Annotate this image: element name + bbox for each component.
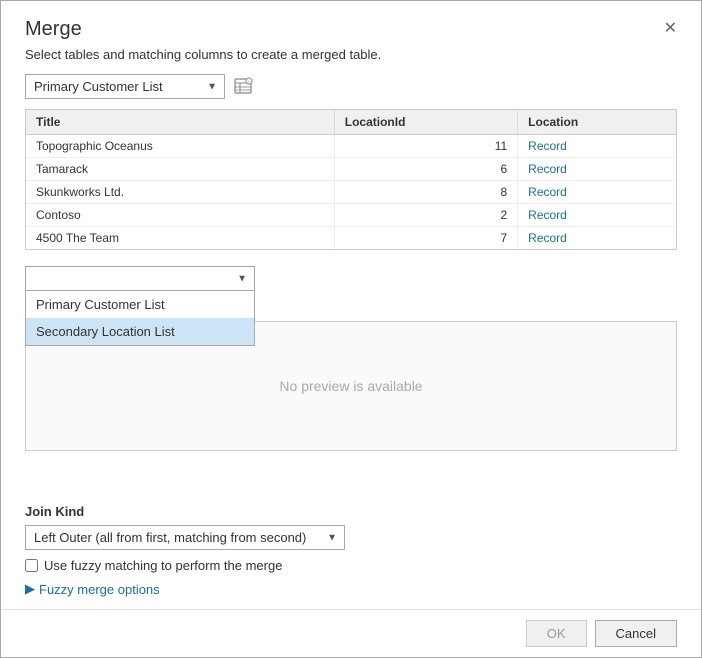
primary-table-container: Title LocationId Location Topographic Oc… [25, 109, 677, 250]
dialog-title: Merge [25, 18, 82, 41]
ok-button[interactable]: OK [526, 620, 587, 647]
cell-title: 4500 The Team [26, 227, 334, 250]
cell-title: Skunkworks Ltd. [26, 181, 334, 204]
cell-locationid: 11 [334, 135, 517, 158]
cell-location: Record [518, 158, 676, 181]
content-area: Primary Customer List Secondary Location… [1, 74, 701, 492]
table-row: Tamarack 6 Record [26, 158, 676, 181]
cell-location: Record [518, 204, 676, 227]
primary-table-section: Primary Customer List Secondary Location… [25, 74, 677, 101]
fuzzy-checkbox[interactable] [25, 559, 38, 572]
cell-title: Contoso [26, 204, 334, 227]
title-bar: Merge ✕ [1, 1, 701, 47]
cell-locationid: 8 [334, 181, 517, 204]
dropdown-option-secondary[interactable]: Secondary Location List [26, 318, 254, 345]
col-location: Location [518, 110, 676, 135]
fuzzy-checkbox-label: Use fuzzy matching to perform the merge [44, 558, 282, 573]
bottom-section: Join Kind Left Outer (all from first, ma… [1, 492, 701, 609]
record-link[interactable]: Record [528, 208, 567, 222]
table-row: Topographic Oceanus 11 Record [26, 135, 676, 158]
primary-table-dropdown[interactable]: Primary Customer List Secondary Location… [25, 74, 225, 99]
merge-dialog: Merge ✕ Select tables and matching colum… [0, 0, 702, 658]
join-kind-label: Join Kind [25, 504, 677, 519]
cell-title: Tamarack [26, 158, 334, 181]
table-row: 4500 The Team 7 Record [26, 227, 676, 250]
col-title: Title [26, 110, 334, 135]
primary-dropdown-wrapper: Primary Customer List Secondary Location… [25, 74, 225, 99]
preview-text: No preview is available [279, 378, 422, 394]
join-kind-dropdown[interactable]: Left Outer (all from first, matching fro… [25, 525, 345, 550]
secondary-dropdown-menu: Primary Customer List Secondary Location… [25, 291, 255, 346]
secondary-dropdown-container: Primary Customer List Secondary Location… [25, 266, 677, 291]
cell-locationid: 7 [334, 227, 517, 250]
record-link[interactable]: Record [528, 231, 567, 245]
chevron-right-icon: ▶ [25, 581, 35, 597]
close-button[interactable]: ✕ [656, 17, 685, 41]
record-link[interactable]: Record [528, 139, 567, 153]
table-row: Contoso 2 Record [26, 204, 676, 227]
secondary-table-section: Primary Customer List Secondary Location… [25, 266, 677, 451]
record-link[interactable]: Record [528, 162, 567, 176]
record-link[interactable]: Record [528, 185, 567, 199]
fuzzy-checkbox-row: Use fuzzy matching to perform the merge [25, 558, 677, 573]
fuzzy-options-label: Fuzzy merge options [39, 582, 160, 597]
secondary-table-dropdown[interactable]: Primary Customer List Secondary Location… [25, 266, 255, 291]
fuzzy-options-link[interactable]: ▶ Fuzzy merge options [25, 581, 677, 597]
dialog-subtitle: Select tables and matching columns to cr… [1, 47, 701, 74]
cell-location: Record [518, 227, 676, 250]
cell-locationid: 6 [334, 158, 517, 181]
cell-location: Record [518, 135, 676, 158]
join-kind-dropdown-wrapper: Left Outer (all from first, matching fro… [25, 525, 345, 550]
cell-location: Record [518, 181, 676, 204]
secondary-dropdown-wrapper: Primary Customer List Secondary Location… [25, 266, 255, 291]
col-locationid: LocationId [334, 110, 517, 135]
cancel-button[interactable]: Cancel [595, 620, 677, 647]
cell-title: Topographic Oceanus [26, 135, 334, 158]
dropdown-option-primary[interactable]: Primary Customer List [26, 291, 254, 318]
table-row: Skunkworks Ltd. 8 Record [26, 181, 676, 204]
dialog-footer: OK Cancel [1, 609, 701, 657]
table-preview-icon[interactable]: + [233, 76, 253, 101]
cell-locationid: 2 [334, 204, 517, 227]
primary-table: Title LocationId Location Topographic Oc… [26, 110, 676, 249]
